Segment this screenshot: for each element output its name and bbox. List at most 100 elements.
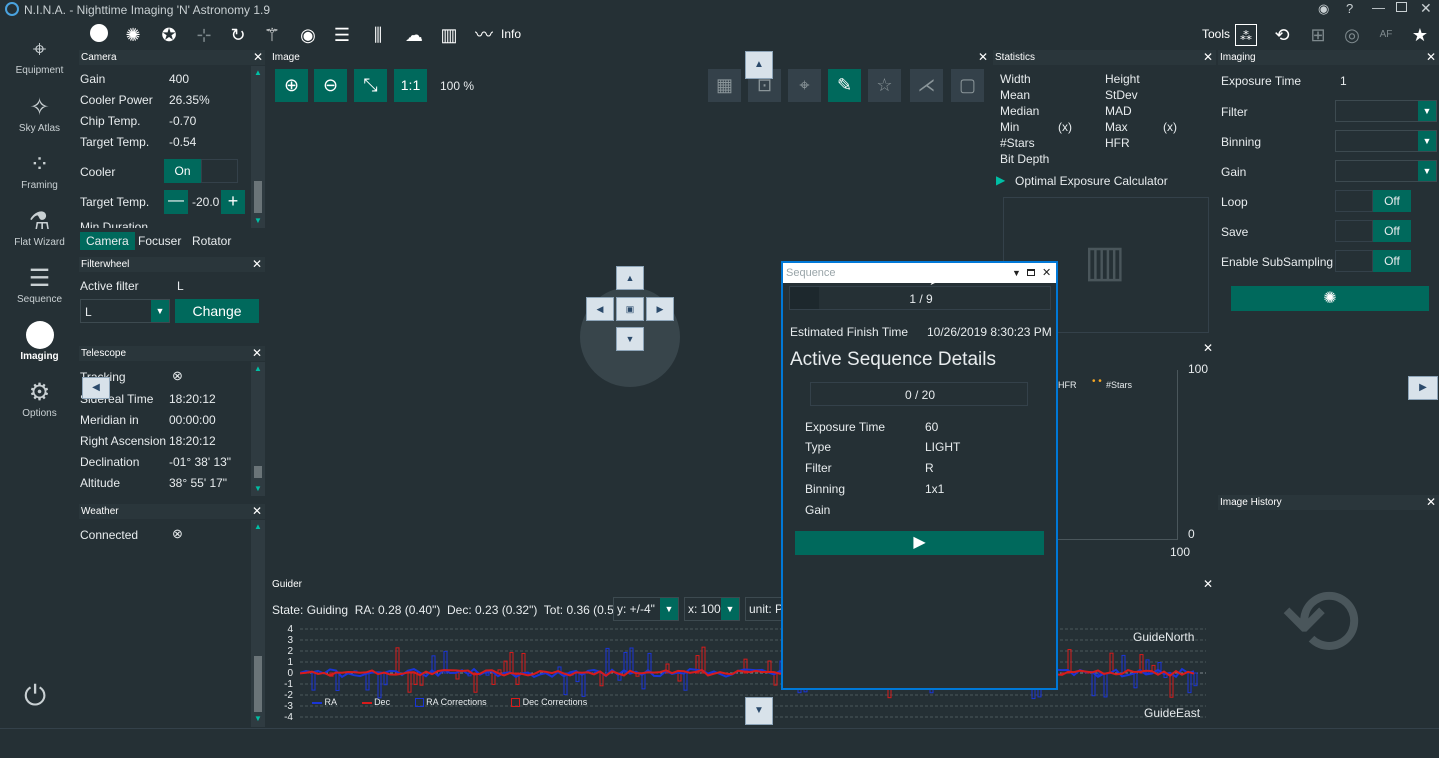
chart-tool-icon[interactable]: ▥ — [438, 24, 460, 46]
scroll-down-icon[interactable]: ▼ — [254, 216, 262, 225]
loop-toggle[interactable]: Off — [1335, 190, 1411, 212]
target-temp-input[interactable]: -20.0 — [192, 195, 220, 209]
x-range-select[interactable]: x: 100 ▼ — [684, 597, 740, 621]
scroll-down-icon[interactable]: ▼ — [254, 714, 262, 723]
unit-select[interactable]: unit: P — [745, 597, 785, 621]
window-close-icon[interactable]: ✕ — [1042, 263, 1051, 283]
favorites-tool-icon[interactable]: ★ — [1409, 24, 1431, 46]
start-sequence-button[interactable]: ▶ — [795, 531, 1044, 555]
close-icon[interactable]: ✕ — [1426, 495, 1436, 509]
chevron-down-icon[interactable]: ▼ — [1418, 161, 1436, 181]
history-tool-icon[interactable]: ⟲ — [1271, 24, 1293, 46]
close-icon[interactable]: ✕ — [1203, 341, 1213, 355]
dock-left-indicator[interactable]: ◀ — [82, 377, 110, 399]
camera-scrollbar[interactable]: ▲ ▼ — [251, 66, 265, 228]
annotate-button[interactable]: ⋌ — [910, 69, 943, 102]
sidebar-item-options[interactable]: ⚙ Options — [0, 378, 79, 435]
close-icon[interactable]: ✕ — [1426, 50, 1436, 64]
chevron-down-icon[interactable]: ▼ — [151, 300, 169, 322]
close-icon[interactable]: ✕ — [252, 504, 262, 518]
sidebar-item-sequence[interactable]: ☰ Sequence — [0, 264, 79, 321]
dock-compass-center[interactable]: ▣ — [616, 297, 644, 321]
zoom-in-button[interactable]: ⊕ — [275, 69, 308, 102]
fit-to-screen-button[interactable]: ⤡ — [354, 69, 387, 102]
switch-tool-icon[interactable]: ☰ — [331, 24, 353, 46]
sidebar-item-sky-atlas[interactable]: ✧ Sky Atlas — [0, 93, 79, 150]
close-icon[interactable]: ✕ — [253, 50, 263, 64]
sidebar-item-flat-wizard[interactable]: ⚗ Flat Wizard — [0, 207, 79, 264]
autofocus-tool-icon[interactable]: AF — [1375, 24, 1397, 46]
crosshair-button[interactable]: ⌖ — [788, 69, 821, 102]
scrollbar-thumb[interactable] — [254, 656, 262, 712]
chevron-down-icon[interactable]: ▼ — [721, 598, 739, 620]
sidebar-item-framing[interactable]: ⁘ Framing — [0, 150, 79, 207]
sequence-window-title-bar[interactable]: Sequence ▼ ✕ — [783, 263, 1056, 283]
one-to-one-button[interactable]: 1:1 — [394, 69, 427, 102]
chevron-down-icon[interactable]: ▼ — [1418, 101, 1436, 121]
info-label[interactable]: Info — [501, 27, 521, 41]
cooler-toggle[interactable]: On — [164, 159, 238, 183]
focuser-tool-icon[interactable]: ⊹ — [193, 24, 215, 46]
tab-camera[interactable]: Camera — [80, 232, 135, 250]
window-maximize-icon[interactable] — [1027, 269, 1035, 276]
subsampling-toggle[interactable]: Off — [1335, 250, 1411, 272]
minimize-icon[interactable]: — — [1372, 0, 1385, 15]
star-tools-icon[interactable]: ⁂ — [1235, 24, 1257, 46]
gain-select[interactable]: ▼ — [1335, 160, 1437, 182]
scrollbar-thumb[interactable] — [254, 181, 262, 213]
close-icon[interactable]: ✕ — [1203, 577, 1213, 591]
close-icon[interactable]: ✕ — [252, 257, 262, 271]
guider-left-scrollbar[interactable]: ▼ — [251, 600, 265, 727]
telescope-tool-icon[interactable]: ⚚ — [261, 24, 283, 46]
focus-tool-icon[interactable]: ⊞ — [1307, 24, 1329, 46]
filterwheel2-tool-icon[interactable]: ✪ — [158, 24, 180, 46]
decrease-temp-button[interactable]: — — [164, 190, 188, 214]
filterwheel-tool-icon[interactable]: ✺ — [122, 24, 144, 46]
optimal-exposure-calculator-label[interactable]: Optimal Exposure Calculator — [1015, 174, 1168, 188]
zoom-out-button[interactable]: ⊖ — [314, 69, 347, 102]
telescope-scrollbar[interactable]: ▲ ▼ — [251, 362, 265, 496]
scroll-up-icon[interactable]: ▲ — [254, 68, 262, 77]
close-icon[interactable]: ✕ — [978, 50, 988, 64]
flat-device-tool-icon[interactable]: ⫼ — [367, 24, 389, 46]
tab-focuser[interactable]: Focuser — [132, 232, 187, 250]
filter-select[interactable]: L ▼ — [80, 299, 170, 323]
close-icon[interactable]: ✕ — [1203, 50, 1213, 64]
detect-stars-button[interactable]: ☆ — [868, 69, 901, 102]
chevron-down-icon[interactable]: ▼ — [1418, 131, 1436, 151]
scroll-up-icon[interactable]: ▲ — [254, 522, 262, 531]
close-window-icon[interactable]: ✕ — [1420, 0, 1432, 17]
save-toggle[interactable]: Off — [1335, 220, 1411, 242]
cooler-on-button[interactable]: On — [164, 159, 201, 183]
dock-compass-left[interactable]: ◀ — [586, 297, 614, 321]
dock-compass-top[interactable]: ▲ — [616, 266, 644, 290]
window-menu-icon[interactable]: ▼ — [1012, 263, 1021, 283]
scrollbar-thumb[interactable] — [254, 466, 262, 478]
auto-stretch-button[interactable]: ✎ — [828, 69, 861, 102]
dock-right-indicator[interactable]: ▶ — [1408, 376, 1438, 400]
tab-rotator[interactable]: Rotator — [186, 232, 237, 250]
target-tool-icon[interactable]: ◎ — [1341, 24, 1363, 46]
camera-tool-icon[interactable] — [88, 24, 110, 46]
y-range-select[interactable]: y: +/-4" ▼ — [613, 597, 679, 621]
maximize-icon[interactable] — [1396, 2, 1407, 12]
weather-tool-icon[interactable]: ☁ — [403, 24, 425, 46]
dock-bottom-indicator[interactable]: ▼ — [745, 697, 773, 725]
cooler-off-button[interactable] — [201, 159, 238, 183]
fullscreen-button[interactable]: ▢ — [951, 69, 984, 102]
info-tool-icon[interactable]: 〰 — [473, 24, 495, 46]
rotator-tool-icon[interactable]: ↻ — [227, 24, 249, 46]
expand-arrow-icon[interactable]: ▶ — [996, 173, 1005, 187]
imaging-filter-select[interactable]: ▼ — [1335, 100, 1437, 122]
close-icon[interactable]: ✕ — [252, 346, 262, 360]
sidebar-item-equipment[interactable]: ⌖ Equipment — [0, 35, 79, 92]
binning-select[interactable]: ▼ — [1335, 130, 1437, 152]
sequence-window[interactable]: Sequence ▼ ✕ 1 / 9 Estimated Finish Time… — [781, 261, 1058, 690]
change-filter-button[interactable]: Change — [175, 299, 259, 323]
eye-icon[interactable]: ◉ — [1318, 1, 1329, 17]
scroll-down-icon[interactable]: ▼ — [254, 484, 262, 493]
sidebar-item-imaging[interactable]: Imaging — [0, 321, 79, 378]
grid-overlay-button[interactable]: ▦ — [708, 69, 741, 102]
dock-compass-bottom[interactable]: ▼ — [616, 327, 644, 351]
scroll-up-icon[interactable]: ▲ — [254, 364, 262, 373]
